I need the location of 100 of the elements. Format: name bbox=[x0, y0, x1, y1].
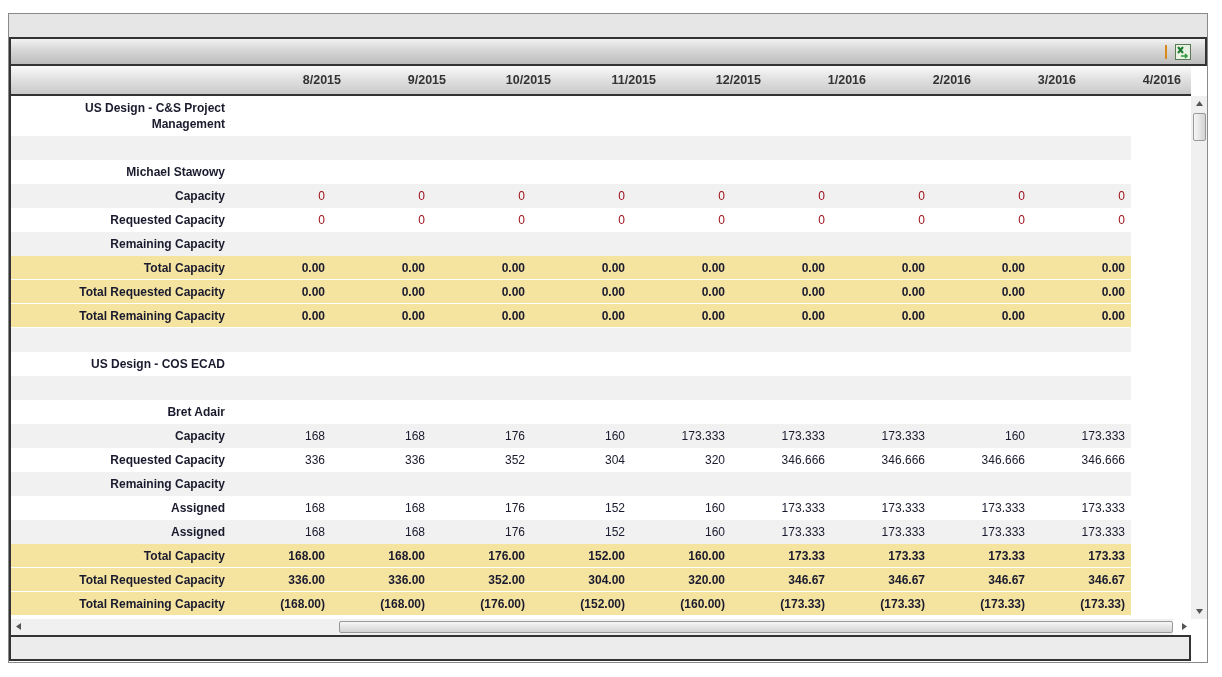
table-cell-text: 0.00 bbox=[800, 284, 826, 299]
table-cell-text: 0.00 bbox=[700, 308, 726, 323]
table-cell-text: (176.00) bbox=[479, 596, 526, 611]
table-cell-text: (168.00) bbox=[379, 596, 426, 611]
table-cell-text: 0.00 bbox=[400, 260, 426, 275]
table-cell-text: 346.666 bbox=[780, 453, 826, 467]
table-cell-text: (173.33) bbox=[1079, 596, 1126, 611]
table-cell-text: 173.333 bbox=[780, 429, 826, 443]
table-cell-text: 0.00 bbox=[500, 260, 526, 275]
table-cell-text: 0 bbox=[1117, 189, 1126, 203]
table-cell-text: 0.00 bbox=[500, 284, 526, 299]
table-cell-text: 336 bbox=[403, 453, 426, 467]
table-cell-text: 320 bbox=[703, 453, 726, 467]
row-label: Assigned bbox=[170, 501, 226, 515]
row-label: Total Capacity bbox=[142, 260, 226, 275]
table-cell-text: 173.333 bbox=[1080, 429, 1126, 443]
table-cell-text: 173.333 bbox=[980, 525, 1026, 539]
column-header: 8/2015 bbox=[301, 72, 342, 89]
group-name: US Design - C&S Project Management bbox=[83, 100, 226, 132]
column-header: 12/2015 bbox=[714, 72, 762, 89]
table-cell-text: 168 bbox=[303, 429, 326, 443]
scroll-thumb[interactable] bbox=[339, 621, 1173, 633]
table-cell-text: 173.333 bbox=[880, 501, 926, 515]
table-cell-text: 173.333 bbox=[980, 501, 1026, 515]
table-cell-text: 0.00 bbox=[600, 260, 626, 275]
table-cell-text: (160.00) bbox=[679, 596, 726, 611]
table-cell-text: 0.00 bbox=[1100, 284, 1126, 299]
person-name: Bret Adair bbox=[166, 405, 226, 419]
scroll-left-icon[interactable] bbox=[16, 623, 21, 630]
table-cell-text: 320.00 bbox=[687, 572, 726, 587]
table-cell-text: 0 bbox=[317, 213, 326, 227]
table-cell-text: 173.333 bbox=[780, 501, 826, 515]
row-label: Remaining Capacity bbox=[109, 237, 226, 251]
table-cell-text: 0 bbox=[517, 213, 526, 227]
table-cell-text: 173.33 bbox=[987, 548, 1026, 563]
table-cell-text: 173.33 bbox=[787, 548, 826, 563]
table-cell-text: 0 bbox=[1117, 213, 1126, 227]
table-cell-text: 0 bbox=[1017, 213, 1026, 227]
table-cell-text: 304.00 bbox=[587, 572, 626, 587]
column-header: 11/2015 bbox=[610, 72, 657, 89]
table-cell-text: 176 bbox=[503, 501, 526, 515]
table-cell-text: 173.333 bbox=[1080, 501, 1126, 515]
table-cell-text: 0.00 bbox=[1000, 260, 1026, 275]
column-header: 4/2016 bbox=[1141, 72, 1182, 89]
row-label: Total Remaining Capacity bbox=[78, 596, 226, 611]
row-label: Capacity bbox=[173, 189, 226, 203]
table-cell-text: 336.00 bbox=[387, 572, 426, 587]
scroll-down-icon[interactable] bbox=[1196, 609, 1203, 614]
scroll-up-icon[interactable] bbox=[1196, 101, 1203, 106]
row-label: Total Remaining Capacity bbox=[78, 308, 226, 323]
table-cell-text: 304 bbox=[603, 453, 626, 467]
vertical-scrollbar[interactable] bbox=[1191, 96, 1207, 619]
table-cell-text: 173.333 bbox=[880, 429, 926, 443]
table-cell-text: 152 bbox=[603, 525, 626, 539]
table-cell-text: 168 bbox=[403, 429, 426, 443]
table-cell-text: 173.333 bbox=[680, 429, 726, 443]
table-cell-text: 0 bbox=[917, 213, 926, 227]
table-cell-text: 0.00 bbox=[400, 308, 426, 323]
table-cell-text: 176 bbox=[503, 525, 526, 539]
table-cell-text: 0 bbox=[717, 213, 726, 227]
person-name: Michael Stawowy bbox=[125, 165, 226, 179]
table-cell-text: 0.00 bbox=[1000, 308, 1026, 323]
table-cell-text: 173.33 bbox=[1087, 548, 1126, 563]
table-cell-text: 0.00 bbox=[1100, 260, 1126, 275]
spreadsheet-export-icon[interactable] bbox=[1175, 43, 1191, 60]
table-cell-text: 152.00 bbox=[587, 548, 626, 563]
table-cell-text: 0.00 bbox=[300, 260, 326, 275]
row-label: Assigned bbox=[170, 525, 226, 539]
row-label: Requested Capacity bbox=[109, 453, 226, 467]
row-label: Remaining Capacity bbox=[109, 477, 226, 491]
table-cell-text: 176.00 bbox=[487, 548, 526, 563]
table-cell-text: 0 bbox=[717, 189, 726, 203]
table-cell-text: 0.00 bbox=[500, 308, 526, 323]
column-header: 3/2016 bbox=[1036, 72, 1077, 89]
table-cell-text: 0.00 bbox=[900, 284, 926, 299]
table-cell-text: 0 bbox=[517, 189, 526, 203]
table-cell-text: 336.00 bbox=[287, 572, 326, 587]
table-cell-text: 160 bbox=[1003, 429, 1026, 443]
table-cell-text: (173.33) bbox=[879, 596, 926, 611]
table-cell-text: 346.67 bbox=[887, 572, 926, 587]
table-cell-text: 0.00 bbox=[700, 260, 726, 275]
table-cell-text: 173.33 bbox=[887, 548, 926, 563]
table-cell-text: 0.00 bbox=[700, 284, 726, 299]
table-cell-text: 168.00 bbox=[387, 548, 426, 563]
table-cell-text: 0 bbox=[617, 189, 626, 203]
table-cell-text: 168 bbox=[303, 501, 326, 515]
table-cell-text: 160 bbox=[603, 429, 626, 443]
row-label: Total Requested Capacity bbox=[78, 284, 226, 299]
row-label: Total Requested Capacity bbox=[78, 572, 226, 587]
table-cell-text: 0.00 bbox=[1000, 284, 1026, 299]
scroll-thumb[interactable] bbox=[1193, 113, 1206, 141]
scroll-right-icon[interactable] bbox=[1182, 623, 1187, 630]
table-cell-text: 346.666 bbox=[980, 453, 1026, 467]
table-cell-text: 346.666 bbox=[880, 453, 926, 467]
table-cell-text: 0.00 bbox=[900, 260, 926, 275]
table-cell-text: 0 bbox=[317, 189, 326, 203]
table-cell-text: 0.00 bbox=[300, 308, 326, 323]
table-cell-text: 0.00 bbox=[300, 284, 326, 299]
table-cell-text: 0.00 bbox=[1100, 308, 1126, 323]
column-header: 1/2016 bbox=[826, 72, 867, 89]
